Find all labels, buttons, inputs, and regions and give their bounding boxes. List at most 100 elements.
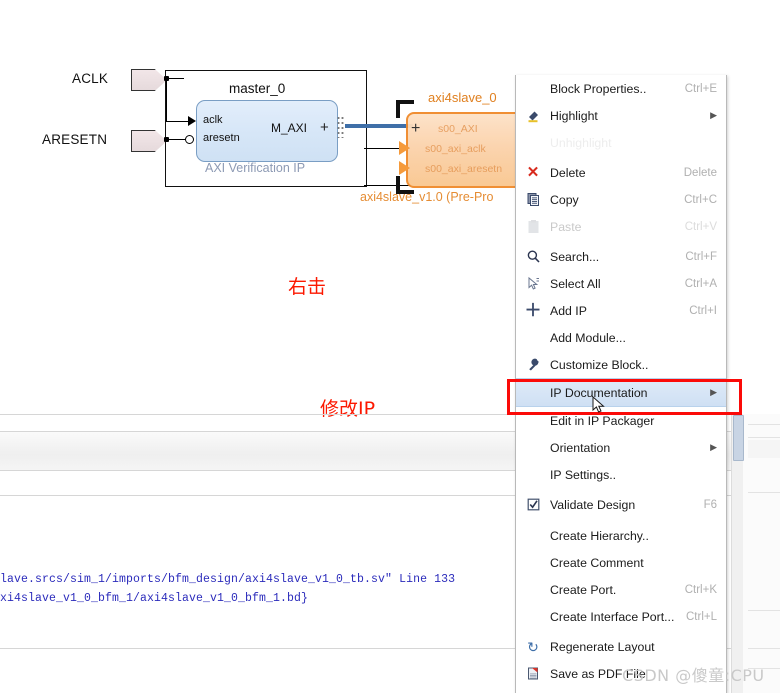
- selection-corner-top-left: [396, 100, 414, 118]
- ip-block-master[interactable]: [196, 100, 338, 162]
- refresh-icon: ↻: [527, 638, 539, 655]
- bus-connector-dots: [337, 116, 344, 138]
- menu-item-edit-ip-packager[interactable]: Edit in IP Packager: [516, 407, 726, 434]
- selection-corner-bottom-left: [396, 176, 414, 194]
- selectall-icon: [516, 270, 550, 297]
- menu-item-label: Paste: [550, 219, 582, 234]
- menu-item-paste: Paste Ctrl+V: [516, 213, 726, 240]
- menu-item-label: Select All: [550, 276, 601, 291]
- menu-item-select-all[interactable]: Select All Ctrl+A: [516, 270, 726, 297]
- slave-pin-arrow-aresetn: [399, 161, 410, 175]
- menu-item-create-comment[interactable]: Create Comment: [516, 549, 726, 576]
- expand-icon-slave[interactable]: +: [411, 121, 420, 137]
- wire-aresetn-in: [166, 139, 186, 140]
- plus-icon: ＋: [524, 301, 542, 320]
- no-icon: [516, 434, 550, 461]
- right-panel-shade: [748, 440, 780, 458]
- no-icon: [516, 407, 550, 434]
- port-shape-aclk[interactable]: [131, 69, 167, 91]
- menu-item-copy[interactable]: Copy Ctrl+C: [516, 186, 726, 213]
- menu-item-label: Orientation: [550, 440, 611, 455]
- right-panel-line-3: [748, 492, 780, 493]
- slave-pin-arrow-aclk: [399, 141, 410, 155]
- right-panel-line-5: [748, 648, 780, 649]
- menu-item-label: Search...: [550, 249, 600, 264]
- submenu-arrow-icon: ▶: [710, 110, 717, 120]
- right-panel-line-1: [748, 424, 780, 425]
- menu-item-accelerator: Ctrl+C: [684, 193, 717, 206]
- menu-item-label: Create Port.: [550, 582, 617, 597]
- port-label-aclk: ACLK: [72, 71, 109, 86]
- vertical-scrollbar[interactable]: [731, 414, 744, 693]
- menu-item-accelerator: F6: [703, 498, 717, 511]
- x-icon: ✕: [526, 164, 540, 181]
- menu-item-accelerator: Ctrl+A: [684, 277, 717, 290]
- watermark-text: CSDN @傻童:CPU: [622, 666, 765, 685]
- ip-instance-name-slave: axi4slave_0: [428, 90, 497, 105]
- menu-item-create-hierarchy[interactable]: Create Hierarchy..: [516, 522, 726, 549]
- scrollbar-thumb[interactable]: [733, 415, 744, 461]
- no-icon: [516, 522, 550, 549]
- no-icon: [516, 324, 550, 351]
- menu-item-customize-block[interactable]: Customize Block..: [516, 351, 726, 378]
- menu-item-label: Block Properties..: [550, 81, 647, 96]
- no-icon: [516, 576, 550, 603]
- menu-item-label: Validate Design: [550, 497, 636, 512]
- pin-label-m-axi: M_AXI: [271, 121, 308, 135]
- menu-item-accelerator: Ctrl+I: [689, 304, 717, 317]
- menu-item-label: Create Hierarchy..: [550, 528, 649, 543]
- menu-item-orientation[interactable]: Orientation ▶: [516, 434, 726, 461]
- slave-inner-line-2: s00_axi_aresetn: [425, 163, 503, 175]
- no-icon: [516, 603, 550, 630]
- mouse-cursor-icon: [592, 396, 605, 413]
- menu-item-accelerator: Ctrl+K: [684, 583, 717, 596]
- paste-icon: [516, 213, 550, 240]
- menu-item-ip-settings[interactable]: IP Settings..: [516, 461, 726, 488]
- menu-item-highlight[interactable]: Highlight ▶: [516, 102, 726, 129]
- menu-item-search[interactable]: Search... Ctrl+F: [516, 243, 726, 270]
- menu-item-accelerator: Ctrl+F: [685, 250, 717, 263]
- no-icon: [516, 379, 550, 406]
- right-panel-line-2: [748, 437, 780, 438]
- submenu-arrow-icon: ▶: [710, 442, 717, 452]
- menu-item-add-ip[interactable]: ＋ Add IP Ctrl+I: [516, 297, 726, 324]
- submenu-arrow-icon: ▶: [710, 387, 717, 397]
- search-icon: [516, 243, 550, 270]
- menu-item-add-module[interactable]: Add Module...: [516, 324, 726, 351]
- menu-item-create-iface-port[interactable]: Create Interface Port... Ctrl+L: [516, 603, 726, 630]
- wire-aclk-in: [166, 121, 190, 122]
- port-shape-aresetn[interactable]: [131, 130, 167, 152]
- menu-item-unhighlight[interactable]: Unhighlight: [516, 129, 726, 156]
- slave-inner-line-1: s00_axi_aclk: [425, 143, 486, 155]
- menu-item-block-properties[interactable]: Block Properties.. Ctrl+E: [516, 75, 726, 102]
- menu-item-accelerator: Delete: [683, 166, 717, 179]
- port-label-aresetn: ARESETN: [42, 132, 108, 147]
- no-icon: [516, 129, 550, 156]
- screenshot-root: ACLK ARESETN master_0 aclk aresetn M_AXI…: [0, 0, 780, 693]
- menu-item-delete[interactable]: ✕ Delete Delete: [516, 159, 726, 186]
- menu-item-create-port[interactable]: Create Port. Ctrl+K: [516, 576, 726, 603]
- bus-wire-m-axi[interactable]: [345, 124, 413, 128]
- log-line-0: lave.srcs/sim_1/imports/bfm_design/axi4s…: [0, 573, 456, 586]
- log-line-1: xi4slave_v1_0_bfm_1/axi4slave_v1_0_bfm_1…: [0, 592, 309, 605]
- menu-item-validate-design[interactable]: Validate Design F6: [516, 491, 726, 518]
- pin-bubble-aresetn: [185, 135, 194, 144]
- ip-vlnv-label-master: AXI Verification IP: [205, 161, 306, 175]
- no-icon: [516, 75, 550, 102]
- menu-item-regenerate-layout[interactable]: ↻ Regenerate Layout: [516, 633, 726, 660]
- check-icon: [516, 491, 550, 518]
- no-icon: [516, 549, 550, 576]
- expand-icon-m-axi[interactable]: +: [320, 120, 329, 135]
- menu-item-accelerator: Ctrl+V: [684, 220, 717, 233]
- ip-vlnv-label-slave: axi4slave_v1.0 (Pre-Pro: [360, 190, 494, 204]
- menu-item-label: Create Comment: [550, 555, 644, 570]
- slave-inner-line-0: s00_AXI: [438, 123, 478, 135]
- no-icon: [516, 461, 550, 488]
- menu-item-ip-documentation[interactable]: IP Documentation ▶: [516, 378, 726, 407]
- menu-item-label: Add IP: [550, 303, 587, 318]
- highlight-icon: [516, 102, 550, 129]
- pin-arrow-aclk: [188, 116, 196, 126]
- context-menu[interactable]: Block Properties.. Ctrl+E Highlight ▶ Unhigh…: [515, 75, 727, 693]
- menu-item-label: Create Interface Port...: [550, 609, 675, 624]
- copy-icon: [516, 186, 550, 213]
